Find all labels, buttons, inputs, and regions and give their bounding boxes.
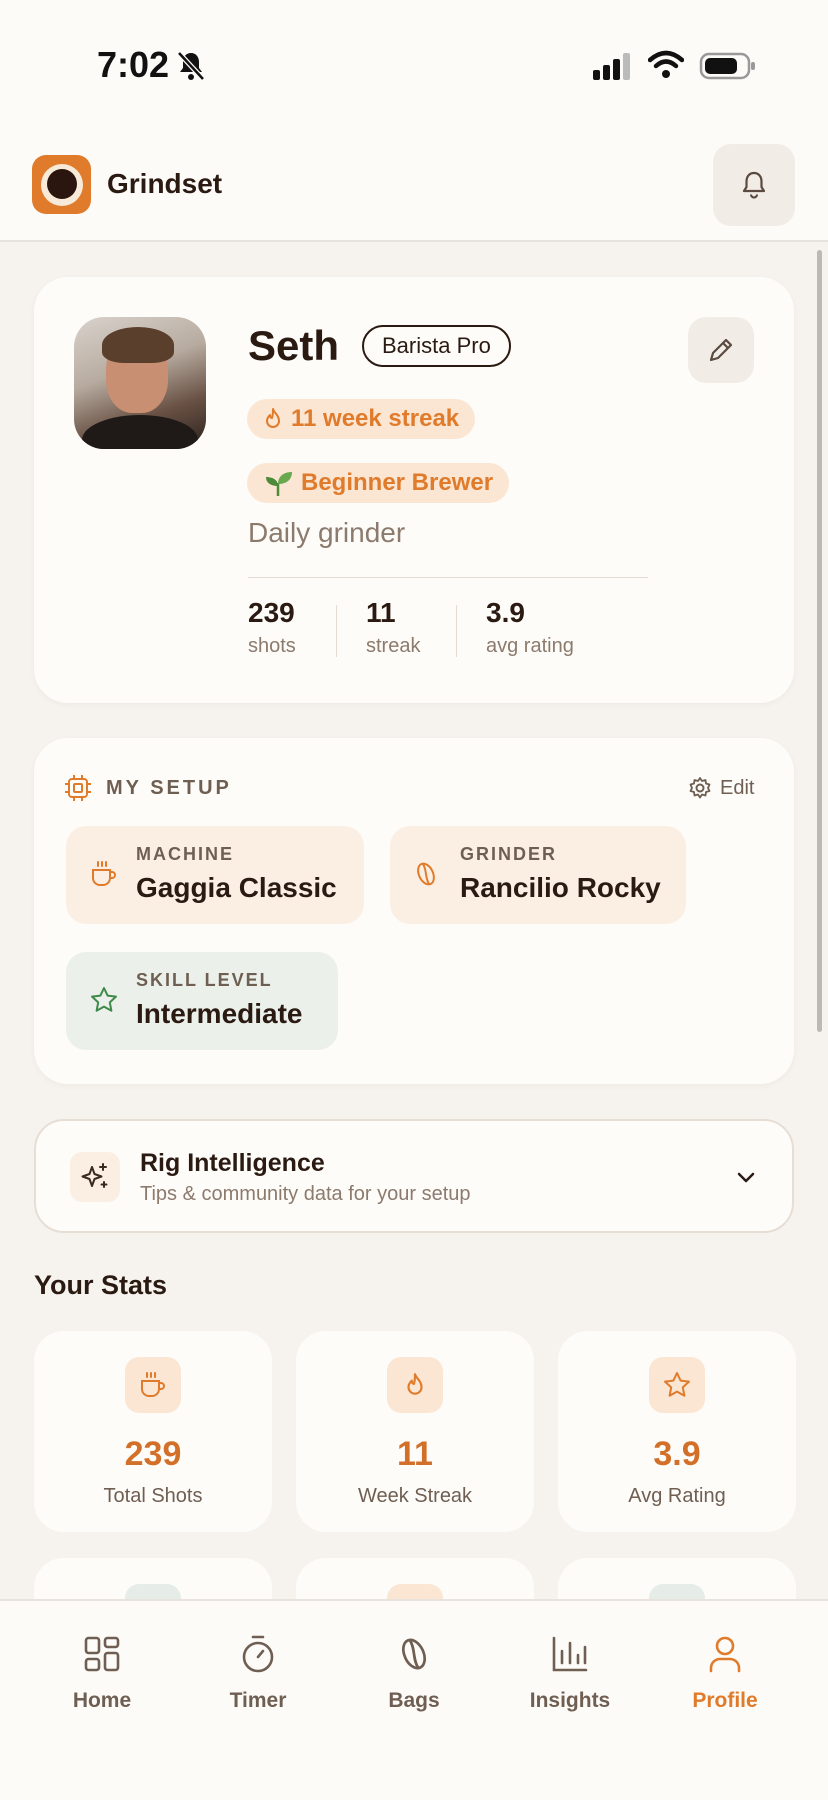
grinder-value: Rancilio Rocky — [460, 872, 661, 903]
star-icon — [91, 987, 117, 1012]
person-icon — [655, 1631, 795, 1677]
bottom-tab-bar: Home Timer Bags Insights Profile — [0, 1599, 828, 1800]
skill-level-tile[interactable]: SKILL LEVEL Intermediate — [66, 952, 338, 1050]
tab-label: Profile — [692, 1689, 758, 1712]
timer-icon — [188, 1631, 328, 1677]
bar-chart-icon — [500, 1631, 640, 1677]
sparkles-icon — [70, 1152, 120, 1202]
level-pill-label: Beginner Brewer — [301, 469, 494, 496]
stat-label: Total Shots — [103, 1485, 203, 1507]
chip-icon — [65, 775, 91, 801]
scrollbar[interactable] — [817, 250, 822, 1032]
skill-level-value: Intermediate — [136, 998, 303, 1029]
stat-label: Week Streak — [357, 1485, 473, 1507]
avatar[interactable] — [74, 317, 206, 449]
stat-value: 11 — [397, 1435, 433, 1473]
star-icon — [649, 1357, 705, 1413]
rig-intelligence-card[interactable]: Rig Intelligence Tips & community data f… — [34, 1119, 794, 1233]
setup-edit-label: Edit — [720, 776, 755, 799]
stat-card-avg-rating[interactable]: 3.9 Avg Rating — [558, 1331, 796, 1532]
gear-icon — [689, 777, 711, 799]
wifi-icon — [648, 50, 684, 78]
stat-value: 3.9 — [653, 1435, 701, 1473]
app-name: Grindset — [107, 168, 223, 199]
grinder-label: GRINDER — [460, 844, 558, 864]
your-stats-heading: Your Stats — [34, 1270, 168, 1300]
setup-edit-button[interactable]: Edit — [688, 776, 754, 800]
pencil-icon — [709, 338, 733, 362]
tab-label: Timer — [229, 1689, 287, 1712]
stat-label: Avg Rating — [628, 1485, 726, 1507]
mini-stat-label: avg rating — [486, 635, 574, 657]
machine-tile[interactable]: MACHINE Gaggia Classic — [66, 826, 364, 924]
divider — [336, 605, 337, 657]
streak-pill: 11 week streak — [247, 399, 476, 439]
tab-home[interactable]: Home — [32, 1631, 172, 1713]
my-setup-card: MY SETUP Edit MACHINE Gaggia Classic GRI… — [34, 738, 794, 1084]
status-time: 7:02 — [97, 44, 170, 85]
rig-subtitle: Tips & community data for your setup — [140, 1183, 471, 1205]
bean-icon — [344, 1631, 484, 1677]
profile-name: Seth — [248, 322, 340, 369]
flame-icon — [266, 408, 280, 428]
bell-icon — [742, 171, 766, 199]
tab-profile[interactable]: Profile — [655, 1631, 795, 1713]
coffee-cup-icon — [92, 861, 116, 886]
seedling-icon — [266, 472, 292, 496]
setup-header: MY SETUP — [64, 774, 232, 802]
mini-stat-value: 3.9 — [486, 597, 525, 628]
flame-icon — [387, 1357, 443, 1413]
divider — [248, 577, 648, 578]
mini-stat-streak: 11 streak — [366, 597, 420, 658]
mini-stat-label: shots — [248, 635, 296, 657]
machine-label: MACHINE — [136, 844, 234, 864]
mini-stat-shots: 239 shots — [248, 597, 296, 658]
setup-title: MY SETUP — [106, 776, 232, 799]
skill-level-label: SKILL LEVEL — [136, 970, 273, 990]
bean-icon — [417, 862, 435, 886]
title-badge: Barista Pro — [362, 325, 511, 367]
streak-pill-label: 11 week streak — [291, 405, 460, 432]
chevron-down-icon[interactable] — [734, 1165, 758, 1189]
bell-muted-icon — [177, 51, 205, 81]
app-logo — [32, 155, 91, 214]
machine-value: Gaggia Classic — [136, 872, 337, 903]
edit-profile-button[interactable] — [688, 317, 754, 383]
tab-insights[interactable]: Insights — [500, 1631, 640, 1713]
tab-bags[interactable]: Bags — [344, 1631, 484, 1713]
stat-card-total-shots[interactable]: 239 Total Shots — [34, 1331, 272, 1532]
mini-stat-value: 239 — [248, 597, 295, 628]
mini-stat-rating: 3.9 avg rating — [486, 597, 574, 658]
tab-label: Bags — [388, 1689, 440, 1712]
level-pill: Beginner Brewer — [247, 463, 510, 503]
tab-label: Insights — [529, 1689, 611, 1712]
coffee-cup-icon — [125, 1357, 181, 1413]
stat-card-week-streak[interactable]: 11 Week Streak — [296, 1331, 534, 1532]
app-header: Grindset — [0, 140, 828, 242]
grinder-tile[interactable]: GRINDER Rancilio Rocky — [390, 826, 686, 924]
cellular-signal-icon — [593, 53, 630, 80]
tab-label: Home — [72, 1689, 132, 1712]
divider — [456, 605, 457, 657]
grid-icon — [32, 1631, 172, 1677]
notifications-button[interactable] — [713, 144, 795, 226]
rig-title: Rig Intelligence — [140, 1149, 325, 1177]
mini-stat-label: streak — [366, 635, 421, 657]
profile-card: Seth Barista Pro 11 week streak Beginner… — [34, 277, 794, 703]
battery-icon — [699, 52, 755, 80]
mini-stat-value: 11 — [366, 597, 396, 628]
tab-timer[interactable]: Timer — [188, 1631, 328, 1713]
profile-tagline: Daily grinder — [248, 517, 406, 548]
stat-value: 239 — [124, 1435, 182, 1473]
status-bar: 7:02 — [0, 0, 828, 140]
